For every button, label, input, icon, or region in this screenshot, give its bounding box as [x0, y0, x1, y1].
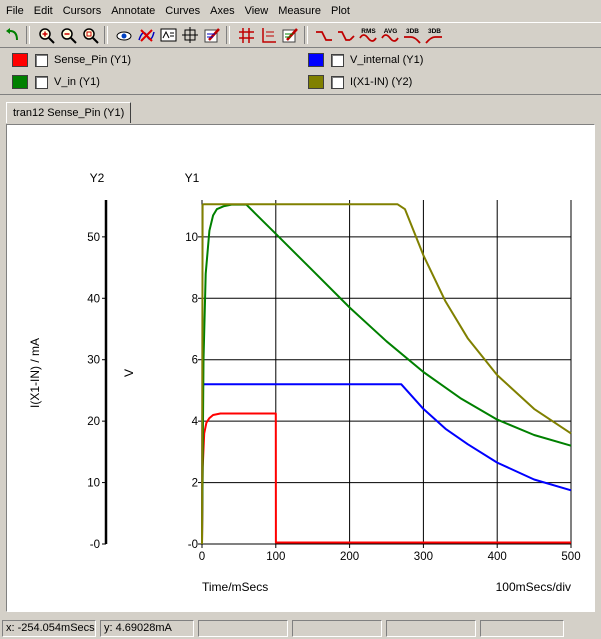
y1-axis-label: V	[122, 369, 136, 377]
legend-color-swatch	[308, 75, 324, 89]
y1-tick-label: -0	[188, 539, 198, 551]
legend-item-v-internal-y1[interactable]: V_internal (Y1)	[308, 52, 423, 68]
menu-curves[interactable]: Curves	[159, 0, 204, 22]
plot-area[interactable]: 0 100 200 300 400 500 -0 2 4 6 8 10 -0 10 20 30 40 50 Y2 Y1…	[6, 124, 595, 612]
y2-axis-title: Y2	[90, 171, 105, 185]
y1-tick-label: 4	[192, 416, 199, 428]
zoom-out-icon[interactable]	[59, 26, 78, 45]
y2-tick-label: -0	[90, 539, 100, 551]
legend-checkbox[interactable]	[331, 75, 344, 89]
y2-axis-label: I(X1-IN) / mA	[28, 338, 42, 408]
y2-tick-label: 40	[87, 293, 100, 305]
view-icon[interactable]	[115, 26, 134, 45]
menu-measure[interactable]: Measure	[272, 0, 325, 22]
y2-tick-label: 10	[87, 478, 100, 490]
x-tick-label: 100	[266, 551, 285, 563]
toolbar: RMS AVG 3DB 3DB	[0, 22, 601, 48]
x-tick-label: 400	[488, 551, 507, 563]
series-line-sense-pin-y1[interactable]	[201, 412, 571, 545]
menu-plot[interactable]: Plot	[325, 0, 354, 22]
status-cell-empty-3	[386, 620, 476, 637]
status-cell-empty-4	[480, 620, 564, 637]
cursor-y-readout: y: 4.69028mA	[100, 620, 194, 637]
legend-color-swatch	[12, 75, 28, 89]
y1-axis-title: Y1	[185, 171, 200, 185]
legend-label: I(X1-IN) (Y2)	[350, 76, 413, 88]
toolbar-separator	[304, 26, 308, 44]
x-tick-label: 300	[414, 551, 433, 563]
avg-icon[interactable]: AVG	[381, 26, 400, 45]
x-tick-label: 200	[340, 551, 359, 563]
3db-highpass-icon-label: 3DB	[428, 28, 441, 35]
series-line-v-in-y1[interactable]	[201, 203, 572, 545]
legend-checkbox[interactable]	[35, 75, 48, 89]
zoom-in-icon[interactable]	[37, 26, 56, 45]
status-cell-empty-2	[292, 620, 382, 637]
status-cell-empty-1	[198, 620, 288, 637]
toolbar-separator	[104, 26, 108, 44]
y1-tick-label: 8	[192, 293, 198, 305]
undo-icon[interactable]	[3, 26, 22, 45]
series-line-i-x1-in-y2[interactable]	[201, 203, 572, 545]
fall-edge-icon[interactable]	[337, 26, 356, 45]
3db-highpass-icon[interactable]: 3DB	[425, 26, 444, 45]
legend-label: Sense_Pin (Y1)	[54, 54, 132, 66]
tab-tran12-sense-pin[interactable]: tran12 Sense_Pin (Y1)	[6, 102, 132, 123]
y2-tick-label: 30	[87, 355, 100, 367]
legend-label: V_in (Y1)	[54, 76, 100, 88]
3db-lowpass-icon-label: 3DB	[406, 28, 419, 35]
legend-checkbox[interactable]	[35, 53, 48, 67]
grid-icon[interactable]	[237, 26, 256, 45]
legend-label: V_internal (Y1)	[350, 54, 424, 66]
toolbar-separator	[26, 26, 30, 44]
status-bar: x: -254.054mSecs y: 4.69028mA	[0, 618, 601, 639]
crosshair-icon[interactable]	[181, 26, 200, 45]
menu-bar: File Edit Cursors Annotate Curves Axes View Mea…	[0, 0, 601, 22]
avg-icon-label: AVG	[384, 28, 398, 35]
pen-icon[interactable]	[203, 26, 222, 45]
legend-item-i-x1-in-y2[interactable]: I(X1-IN) (Y2)	[308, 74, 412, 90]
menu-annotate[interactable]: Annotate	[105, 0, 159, 22]
y1-tick-label: 2	[192, 478, 198, 490]
toolbar-separator	[226, 26, 230, 44]
x-division-label: 100mSecs/div	[496, 580, 571, 594]
y1-tick-label: 6	[192, 355, 198, 367]
rms-icon-label: RMS	[361, 28, 376, 35]
legend-color-swatch	[308, 53, 324, 67]
text-annotate-icon[interactable]	[159, 26, 178, 45]
series-line-v-internal-y1[interactable]	[201, 383, 572, 545]
legend-item-sense-pin-y1[interactable]: Sense_Pin (Y1)	[12, 52, 131, 68]
y2-tick-label: 50	[87, 232, 100, 244]
zoom-fit-icon[interactable]	[81, 26, 100, 45]
menu-edit[interactable]: Edit	[28, 0, 57, 22]
x-axis-label: Time/mSecs	[202, 580, 268, 594]
pen-annotate-icon[interactable]	[281, 26, 300, 45]
delete-curve-icon[interactable]	[137, 26, 156, 45]
menu-axes[interactable]: Axes	[204, 0, 238, 22]
menu-cursors[interactable]: Cursors	[57, 0, 106, 22]
legend-color-swatch	[12, 53, 28, 67]
axis-icon[interactable]	[259, 26, 278, 45]
legend-item-v-in-y1[interactable]: V_in (Y1)	[12, 74, 100, 90]
rms-icon[interactable]: RMS	[359, 26, 378, 45]
legend-checkbox[interactable]	[331, 53, 344, 67]
y1-tick-label: 10	[185, 232, 198, 244]
x-tick-label: 0	[199, 551, 205, 563]
3db-lowpass-icon[interactable]: 3DB	[403, 26, 422, 45]
menu-file[interactable]: File	[0, 0, 28, 22]
x-tick-label: 500	[561, 551, 580, 563]
legend-panel: Sense_Pin (Y1) V_internal (Y1) V_in (Y1) I(…	[0, 48, 601, 95]
cursor-x-readout: x: -254.054mSecs	[2, 620, 96, 637]
chart-svg[interactable]: 0 100 200 300 400 500 -0 2 4 6 8 10 -0 10 20 30 40 50 Y2 Y1…	[7, 125, 594, 611]
y2-tick-label: 20	[87, 416, 100, 428]
menu-view[interactable]: View	[239, 0, 273, 22]
rise-edge-icon[interactable]	[315, 26, 334, 45]
